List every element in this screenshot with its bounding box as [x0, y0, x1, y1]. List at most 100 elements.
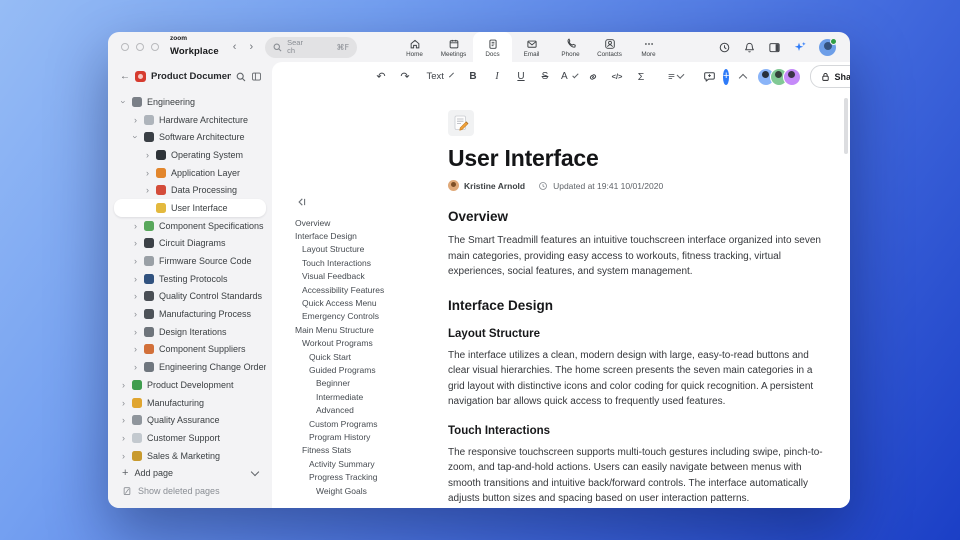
collapse-outline-icon[interactable] — [295, 197, 306, 207]
sidebar-item[interactable]: › Testing Protocols — [114, 270, 266, 288]
undo-button[interactable]: ↶ — [371, 68, 391, 86]
chevron-collapsed-icon[interactable]: › — [132, 274, 139, 284]
outline-item[interactable]: Intermediate — [295, 390, 440, 403]
ai-companion-sparkle-icon[interactable] — [793, 40, 807, 54]
outline-item[interactable]: Overview — [295, 216, 440, 229]
search-input[interactable]: Search ⌘F — [265, 36, 358, 58]
text-style-dropdown[interactable]: Text — [426, 68, 454, 86]
sidebar-item[interactable]: › Application Layer — [114, 164, 266, 182]
sidebar-item[interactable]: › Sales & Marketing — [114, 447, 266, 465]
sidebar-item[interactable]: › Component Specifications — [114, 217, 266, 235]
outline-item[interactable]: Beginner — [295, 377, 440, 390]
ai-add-button[interactable]: + — [723, 68, 730, 85]
chevron-expanded-icon[interactable]: › — [131, 134, 141, 141]
add-page-button[interactable]: + Add page — [108, 464, 272, 482]
tab-phone[interactable]: Phone — [551, 32, 590, 62]
underline-button[interactable]: U — [511, 68, 531, 86]
chevron-collapsed-icon[interactable]: › — [120, 451, 127, 461]
outline-item[interactable]: Activity Summary — [295, 457, 440, 470]
traffic-lights[interactable] — [121, 43, 159, 51]
chevron-collapsed-icon[interactable]: › — [132, 115, 139, 125]
tab-meetings[interactable]: Meetings — [434, 32, 473, 62]
notifications-bell-icon[interactable] — [743, 41, 756, 54]
sidebar-item[interactable]: › Circuit Diagrams — [114, 235, 266, 253]
outline-item[interactable]: Main Menu Structure — [295, 323, 440, 336]
chevron-collapsed-icon[interactable]: › — [132, 256, 139, 266]
sidebar-item[interactable]: › Engineering Change Orders — [114, 358, 266, 376]
maximize-window-button[interactable] — [151, 43, 159, 51]
outline-item[interactable]: Weight Goals — [295, 484, 440, 497]
outline-item[interactable]: Touch Interactions — [295, 256, 440, 269]
tab-docs[interactable]: Docs — [473, 32, 512, 62]
chevron-expanded-icon[interactable]: › — [119, 98, 129, 105]
collaborator-avatars[interactable] — [757, 67, 802, 86]
outline-item[interactable]: Quick Start — [295, 350, 440, 363]
outline-item[interactable]: Workout Programs — [295, 337, 440, 350]
tab-email[interactable]: Email — [512, 32, 551, 62]
comment-button[interactable] — [699, 68, 719, 86]
sidebar-item[interactable]: › Product Development — [114, 376, 266, 394]
chevron-collapsed-icon[interactable]: › — [132, 327, 139, 337]
chevron-collapsed-icon[interactable]: › — [120, 433, 127, 443]
sidebar-item[interactable]: › Component Suppliers — [114, 341, 266, 359]
sidebar-item[interactable]: › Software Architecture — [114, 128, 266, 146]
tab-more[interactable]: More — [629, 32, 668, 62]
sidebar-item[interactable]: › Quality Control Standards — [114, 288, 266, 306]
chevron-collapsed-icon[interactable]: › — [132, 238, 139, 248]
sidebar-item[interactable]: › Data Processing — [114, 181, 266, 199]
chevron-collapsed-icon[interactable]: › — [120, 415, 127, 425]
chevron-collapsed-icon[interactable]: › — [144, 185, 151, 195]
sidebar-item[interactable]: › Operating System — [114, 146, 266, 164]
close-window-button[interactable] — [121, 43, 129, 51]
outline-item[interactable]: Advanced — [295, 403, 440, 416]
tab-home[interactable]: Home — [395, 32, 434, 62]
bold-button[interactable]: B — [463, 68, 483, 86]
outline-item[interactable]: Layout Structure — [295, 243, 440, 256]
scrollbar[interactable] — [844, 98, 848, 154]
strikethrough-button[interactable]: S — [535, 68, 555, 86]
chevron-collapsed-icon[interactable]: › — [132, 291, 139, 301]
outline-item[interactable]: Emergency Controls — [295, 310, 440, 323]
document-body[interactable]: User Interface Kristine Arnold Updated a… — [448, 110, 824, 508]
sidebar-item[interactable]: › Quality Assurance — [114, 411, 266, 429]
sidebar-item[interactable]: › Manufacturing Process — [114, 305, 266, 323]
collapse-toolbar-button[interactable] — [733, 68, 753, 86]
outline-item[interactable]: Custom Programs — [295, 417, 440, 430]
sidebar-item[interactable]: › Hardware Architecture — [114, 111, 266, 129]
redo-button[interactable]: ↷ — [395, 68, 415, 86]
memo-pencil-icon[interactable] — [448, 110, 474, 136]
outline-item[interactable]: Visual Feedback — [295, 270, 440, 283]
panel-toggle-icon[interactable] — [251, 71, 262, 82]
back-button[interactable]: ‹ — [233, 41, 237, 53]
outline-item[interactable]: Fitness Stats — [295, 444, 440, 457]
chevron-collapsed-icon[interactable]: › — [144, 168, 151, 178]
link-button[interactable] — [583, 68, 603, 86]
chevron-collapsed-icon[interactable]: › — [132, 344, 139, 354]
chevron-collapsed-icon[interactable]: › — [144, 150, 151, 160]
show-deleted-pages-button[interactable]: Show deleted pages — [108, 482, 272, 500]
forward-button[interactable]: › — [249, 41, 253, 53]
outline-item[interactable]: Guided Programs — [295, 363, 440, 376]
sidebar-item[interactable]: › Customer Support — [114, 429, 266, 447]
sidebar-item[interactable]: › Engineering — [114, 93, 266, 111]
sidebar-item[interactable]: › Design Iterations — [114, 323, 266, 341]
history-icon[interactable] — [718, 41, 731, 54]
tab-contacts[interactable]: Contacts — [590, 32, 629, 62]
chevron-collapsed-icon[interactable]: › — [132, 362, 139, 372]
italic-button[interactable]: I — [487, 68, 507, 86]
outline-item[interactable]: Accessibility Features — [295, 283, 440, 296]
outline-item[interactable]: Interface Design — [295, 229, 440, 242]
outline-item[interactable]: Program History — [295, 430, 440, 443]
chevron-collapsed-icon[interactable]: › — [132, 309, 139, 319]
sidebar-item[interactable]: ›User Interface — [114, 199, 266, 217]
chevron-collapsed-icon[interactable]: › — [120, 398, 127, 408]
formula-button[interactable]: Σ — [631, 68, 651, 86]
chevron-collapsed-icon[interactable]: › — [132, 221, 139, 231]
text-color-dropdown[interactable]: A — [559, 68, 579, 86]
outline-item[interactable]: Progress Tracking — [295, 470, 440, 483]
side-panel-icon[interactable] — [768, 41, 781, 54]
user-avatar[interactable] — [819, 37, 837, 56]
chevron-collapsed-icon[interactable]: › — [120, 380, 127, 390]
sidebar-item[interactable]: › Manufacturing — [114, 394, 266, 412]
outline-item[interactable]: Quick Access Menu — [295, 296, 440, 309]
